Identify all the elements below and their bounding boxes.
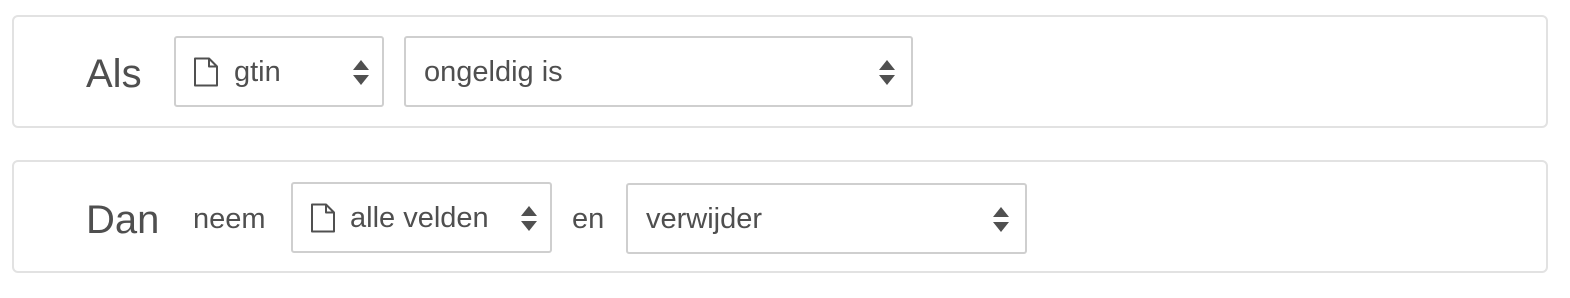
then-field-select[interactable]: alle velden: [291, 182, 552, 253]
then-field-value: alle velden: [350, 202, 489, 234]
then-action-panel: Dan neem alle velden en verwijder: [12, 160, 1548, 273]
document-icon: [311, 203, 335, 233]
if-condition-panel: Als gtin ongeldig is: [12, 15, 1548, 128]
select-arrows-icon: [521, 206, 537, 231]
then-label: Dan: [86, 198, 160, 242]
document-icon: [194, 57, 218, 87]
then-action-select[interactable]: verwijder: [626, 183, 1027, 254]
if-field-select[interactable]: gtin: [174, 36, 384, 107]
select-arrows-icon: [879, 60, 895, 85]
select-arrows-icon: [993, 207, 1009, 232]
connector-text: en: [572, 203, 605, 235]
select-arrows-icon: [353, 60, 369, 85]
if-condition-select[interactable]: ongeldig is: [404, 36, 913, 107]
then-action-value: verwijder: [646, 203, 763, 235]
take-text: neem: [193, 203, 266, 235]
if-label: Als: [86, 52, 142, 96]
if-field-value: gtin: [234, 56, 281, 88]
if-condition-value: ongeldig is: [424, 56, 563, 88]
